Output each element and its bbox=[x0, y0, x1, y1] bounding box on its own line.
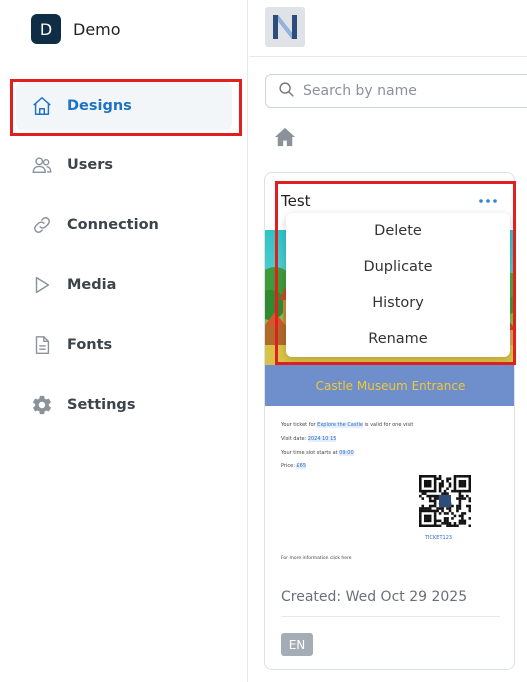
document-icon bbox=[30, 333, 54, 357]
search-box[interactable] bbox=[265, 74, 527, 108]
preview-banner-text: Castle Museum Entrance bbox=[315, 378, 466, 393]
ticket-line: Price: £65 bbox=[281, 463, 307, 469]
ticket-line: Visit date: 2024 10 15 bbox=[281, 436, 337, 442]
search-input[interactable] bbox=[303, 83, 503, 99]
top-bar bbox=[249, 0, 527, 57]
sidebar-item-settings[interactable]: Settings bbox=[16, 381, 232, 429]
sidebar-item-label: Users bbox=[67, 157, 114, 173]
highlight-box-menu bbox=[275, 181, 516, 365]
sidebar-item-media[interactable]: Media bbox=[16, 261, 232, 309]
sidebar-item-fonts[interactable]: Fonts bbox=[16, 321, 232, 369]
ticket-line: Your time slot starts at 09:00 bbox=[281, 450, 354, 456]
sidebar-item-users[interactable]: Users bbox=[16, 141, 232, 189]
sidebar-item-connection[interactable]: Connection bbox=[16, 201, 232, 249]
ticket-code: TICKET123 bbox=[425, 535, 453, 541]
workspace-switcher[interactable]: D Demo bbox=[31, 14, 121, 44]
highlight-box-designs bbox=[10, 79, 242, 136]
divider bbox=[281, 616, 500, 617]
search-icon bbox=[278, 81, 295, 102]
sidebar-item-label: Settings bbox=[67, 397, 136, 413]
link-icon bbox=[30, 213, 54, 237]
play-icon bbox=[30, 273, 54, 297]
qr-code bbox=[419, 475, 472, 528]
created-date: Created: Wed Oct 29 2025 bbox=[281, 589, 468, 605]
sidebar-item-label: Media bbox=[67, 277, 117, 293]
gear-icon bbox=[30, 393, 54, 417]
users-icon bbox=[30, 153, 54, 177]
preview-banner: Castle Museum Entrance bbox=[265, 365, 514, 406]
app-logo[interactable] bbox=[265, 7, 305, 47]
sidebar-item-label: Connection bbox=[67, 217, 159, 233]
language-badge: EN bbox=[281, 633, 313, 656]
workspace-name: Demo bbox=[73, 19, 121, 39]
workspace-avatar: D bbox=[31, 14, 61, 44]
ticket-line: Your ticket for Explore the Castle is va… bbox=[281, 422, 414, 428]
breadcrumb-home-icon[interactable] bbox=[274, 127, 296, 147]
sidebar-item-label: Fonts bbox=[67, 337, 113, 353]
more-info-text: For more information click here bbox=[281, 556, 352, 561]
